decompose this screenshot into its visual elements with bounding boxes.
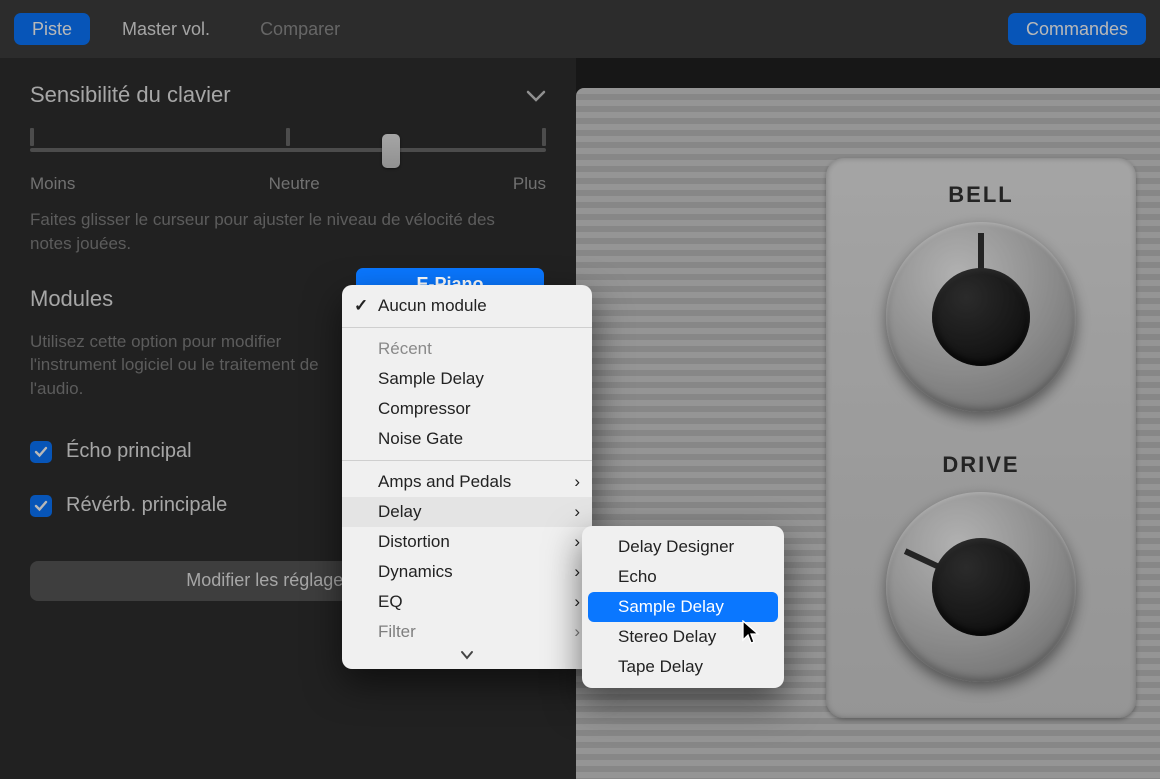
submenu-item[interactable]: Stereo Delay (582, 622, 784, 652)
menu-recent-header: Récent (342, 334, 592, 364)
menu-item-category[interactable]: Filter› (342, 617, 592, 647)
menu-item-category[interactable]: Distortion› (342, 527, 592, 557)
plugin-submenu: Delay Designer Echo Sample Delay Stereo … (582, 526, 784, 688)
menu-item-recent[interactable]: Noise Gate (342, 424, 592, 454)
submenu-item[interactable]: Tape Delay (582, 652, 784, 682)
menu-item-no-plugin[interactable]: ✓Aucun module (342, 291, 592, 321)
menu-item-recent[interactable]: Sample Delay (342, 364, 592, 394)
menu-item-category[interactable]: EQ› (342, 587, 592, 617)
plugin-menu: ✓Aucun module Récent Sample Delay Compre… (342, 285, 592, 669)
menu-item-category[interactable]: Amps and Pedals› (342, 467, 592, 497)
menu-scroll-down-icon[interactable] (342, 647, 592, 663)
submenu-item[interactable]: Delay Designer (582, 532, 784, 562)
submenu-item[interactable]: Echo (582, 562, 784, 592)
menu-item-recent[interactable]: Compressor (342, 394, 592, 424)
submenu-item-sample-delay[interactable]: Sample Delay (588, 592, 778, 622)
menu-item-category[interactable]: Dynamics› (342, 557, 592, 587)
menu-item-category-delay[interactable]: Delay› (342, 497, 592, 527)
